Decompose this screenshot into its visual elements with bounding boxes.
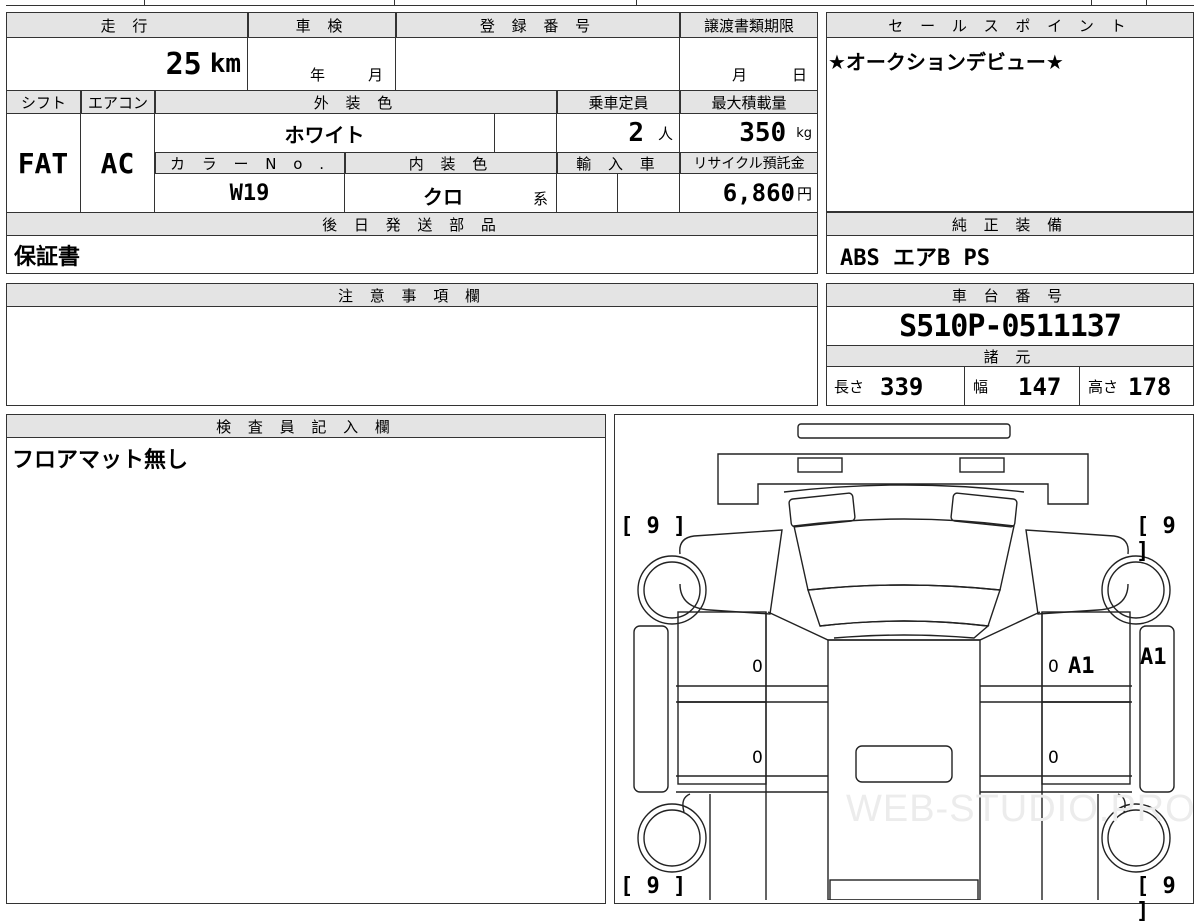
spec-height-label: 高さ bbox=[1088, 378, 1119, 396]
corner-mark-top-left: [ 9 ] bbox=[620, 514, 687, 539]
interior-color-header: 内 装 色 bbox=[345, 152, 557, 174]
shift-value: FAT bbox=[17, 146, 69, 180]
spec-length-value: 339 bbox=[880, 372, 924, 401]
import-cell-a bbox=[557, 174, 618, 212]
watermark: WEB-STUDIO.PRO bbox=[846, 788, 1196, 830]
specs-header: 諸 元 bbox=[826, 345, 1194, 367]
recycle-value: 6,860 bbox=[722, 179, 795, 207]
inspector-notes-block bbox=[6, 414, 606, 904]
color-no-value: W19 bbox=[229, 180, 270, 206]
capacity-value: 2 bbox=[628, 118, 644, 148]
capacity-header: 乗車定員 bbox=[557, 90, 680, 114]
corner-mark-top-right: [ 9 ] bbox=[1136, 514, 1176, 564]
mileage-header: 走 行 bbox=[6, 12, 248, 38]
interior-color-suffix: 系 bbox=[533, 190, 549, 208]
recycle-value-cell: 6,860 円 bbox=[680, 174, 818, 212]
exterior-color-cell: ホワイト bbox=[155, 114, 495, 152]
genuine-equipment-value: ABS エアB PS bbox=[840, 246, 990, 271]
inspection-value-cell: 年 月 bbox=[248, 38, 396, 90]
sales-point-value: ★オークションデビュー★ bbox=[828, 50, 1064, 74]
spec-length-label: 長さ bbox=[834, 378, 865, 396]
spec-width-label: 幅 bbox=[973, 378, 989, 396]
max-load-header: 最大積載量 bbox=[680, 90, 818, 114]
mileage-value-cell: 25 km bbox=[6, 38, 248, 90]
exterior-color-header: 外 装 色 bbox=[155, 90, 557, 114]
genuine-equipment-header: 純 正 装 備 bbox=[826, 212, 1194, 236]
max-load-unit: kg bbox=[796, 125, 812, 141]
spec-width-cell: 幅 147 bbox=[965, 367, 1080, 406]
capacity-unit: 人 bbox=[657, 124, 673, 143]
notes-header: 注 意 事 項 欄 bbox=[6, 283, 818, 307]
spec-length-cell: 長さ 339 bbox=[826, 367, 965, 406]
exterior-color-sub-cell bbox=[495, 114, 557, 152]
spec-height-value: 178 bbox=[1128, 372, 1172, 401]
damage-mark-right-lower: 0 bbox=[1048, 748, 1059, 768]
mileage-value: 25 bbox=[165, 46, 202, 82]
interior-color-cell: クロ 系 bbox=[345, 174, 557, 212]
damage-mark-left-upper: 0 bbox=[752, 657, 763, 677]
later-parts-header: 後 日 発 送 部 品 bbox=[6, 212, 818, 236]
chassis-value-cell: S510P-0511137 bbox=[826, 307, 1194, 345]
color-no-cell: W19 bbox=[155, 174, 345, 212]
inspector-notes-value: フロアマット無し bbox=[12, 448, 189, 473]
transfer-deadline-value-cell: 月 日 bbox=[680, 38, 818, 90]
chassis-header: 車 台 番 号 bbox=[826, 283, 1194, 307]
registration-header: 登 録 番 号 bbox=[396, 12, 680, 38]
deadline-month-unit: 月 bbox=[732, 66, 748, 84]
interior-color-value: クロ bbox=[423, 185, 463, 209]
inspection-month-unit: 月 bbox=[368, 66, 384, 84]
import-header: 輸 入 車 bbox=[557, 152, 680, 174]
top-cutoff-row bbox=[6, 0, 1194, 6]
inspection-header: 車 検 bbox=[248, 12, 396, 38]
registration-value-cell bbox=[396, 38, 680, 90]
spec-height-cell: 高さ 178 bbox=[1080, 367, 1194, 406]
deadline-day-unit: 日 bbox=[792, 66, 808, 84]
sales-point-block bbox=[826, 12, 1194, 212]
corner-mark-bottom-left: [ 9 ] bbox=[620, 874, 687, 899]
chassis-value: S510P-0511137 bbox=[899, 308, 1122, 344]
capacity-value-cell: 2 人 bbox=[557, 114, 680, 152]
max-load-value-cell: 350 kg bbox=[680, 114, 818, 152]
later-parts-cell: 保証書 bbox=[6, 236, 818, 274]
max-load-value: 350 bbox=[739, 118, 787, 148]
damage-mark-a1-inner: A1 bbox=[1068, 654, 1095, 679]
aircon-header: エアコン bbox=[81, 90, 155, 114]
damage-mark-left-lower: 0 bbox=[752, 748, 763, 768]
shift-value-cell: FAT bbox=[6, 114, 81, 212]
inspector-notes-header: 検 査 員 記 入 欄 bbox=[6, 414, 606, 438]
shift-header: シフト bbox=[6, 90, 81, 114]
later-parts-value: 保証書 bbox=[14, 245, 81, 270]
exterior-color-value: ホワイト bbox=[284, 122, 365, 147]
spec-width-value: 147 bbox=[1018, 372, 1062, 401]
recycle-header: リサイクル預託金 bbox=[680, 152, 818, 174]
sales-point-header: セ ー ル ス ポ イ ン ト bbox=[826, 12, 1194, 38]
import-cell-b bbox=[618, 174, 680, 212]
aircon-value: AC bbox=[100, 146, 135, 180]
inspection-year-unit: 年 bbox=[310, 66, 326, 84]
aircon-value-cell: AC bbox=[81, 114, 155, 212]
recycle-unit: 円 bbox=[796, 184, 812, 203]
damage-mark-a1-side: A1 bbox=[1140, 645, 1167, 670]
mileage-unit: km bbox=[209, 49, 241, 79]
corner-mark-bottom-right: [ 9 ] bbox=[1136, 874, 1176, 924]
transfer-deadline-header: 譲渡書類期限 bbox=[680, 12, 818, 38]
color-no-header: カ ラ ー N o . bbox=[155, 152, 345, 174]
damage-mark-right-upper: 0 bbox=[1048, 657, 1059, 677]
